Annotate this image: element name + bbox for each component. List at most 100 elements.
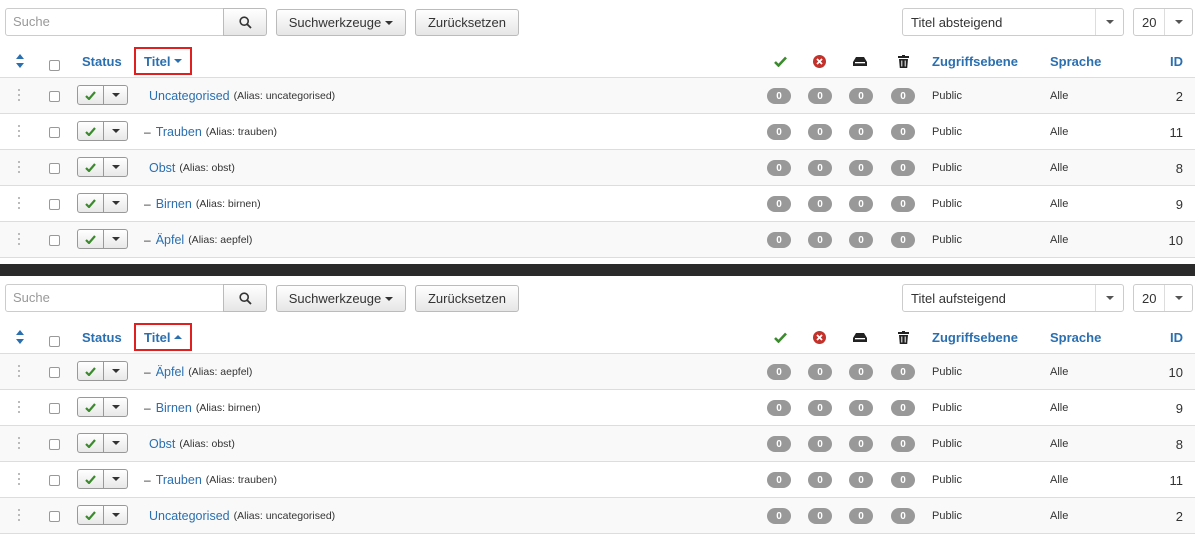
publish-toggle-button[interactable] xyxy=(77,505,104,525)
archived-count-badge[interactable]: 0 xyxy=(849,232,873,248)
header-language[interactable]: Sprache xyxy=(1050,44,1101,78)
header-id[interactable]: ID xyxy=(1170,320,1183,354)
publish-toggle-button[interactable] xyxy=(77,361,104,381)
status-actions-dropdown[interactable] xyxy=(104,157,128,177)
publish-toggle-button[interactable] xyxy=(77,121,104,141)
published-count-badge[interactable]: 0 xyxy=(767,508,791,524)
category-title-link[interactable]: Uncategorised xyxy=(149,89,230,103)
unpublished-count-badge[interactable]: 0 xyxy=(808,88,832,104)
unpublished-count-badge[interactable]: 0 xyxy=(808,400,832,416)
row-checkbox[interactable] xyxy=(49,163,60,174)
archived-count-badge[interactable]: 0 xyxy=(849,436,873,452)
drag-handle-icon[interactable] xyxy=(18,197,22,209)
drag-handle-icon[interactable] xyxy=(18,125,22,137)
drag-handle-icon[interactable] xyxy=(18,233,22,245)
unpublished-count-badge[interactable]: 0 xyxy=(808,472,832,488)
publish-toggle-button[interactable] xyxy=(77,433,104,453)
row-checkbox[interactable] xyxy=(49,91,60,102)
search-input[interactable]: Suche xyxy=(5,284,224,312)
unpublished-count-badge[interactable]: 0 xyxy=(808,196,832,212)
search-button[interactable] xyxy=(223,8,267,36)
sort-icon[interactable] xyxy=(16,330,24,344)
header-title-sort-highlighted[interactable]: Titel xyxy=(134,323,192,351)
ordering-select[interactable]: Titel aufsteigend xyxy=(902,284,1124,312)
drag-handle-icon[interactable] xyxy=(18,365,22,377)
sort-icon[interactable] xyxy=(16,54,24,68)
published-count-badge[interactable]: 0 xyxy=(767,196,791,212)
category-title-link[interactable]: Obst xyxy=(149,437,175,451)
unpublished-count-badge[interactable]: 0 xyxy=(808,160,832,176)
category-title-link[interactable]: Trauben xyxy=(156,473,202,487)
limit-select[interactable]: 20 xyxy=(1133,8,1193,36)
trash-icon[interactable] xyxy=(896,330,910,344)
archived-count-badge[interactable]: 0 xyxy=(849,124,873,140)
select-all-checkbox[interactable] xyxy=(49,336,60,347)
status-actions-dropdown[interactable] xyxy=(104,505,128,525)
unpublished-count-badge[interactable]: 0 xyxy=(808,508,832,524)
trashed-count-badge[interactable]: 0 xyxy=(891,472,915,488)
published-count-badge[interactable]: 0 xyxy=(767,472,791,488)
category-title-link[interactable]: Birnen xyxy=(156,197,192,211)
reset-button[interactable]: Zurücksetzen xyxy=(415,9,519,36)
status-actions-dropdown[interactable] xyxy=(104,121,128,141)
header-status[interactable]: Status xyxy=(82,44,122,78)
category-title-link[interactable]: Äpfel xyxy=(156,365,185,379)
header-title-sort-highlighted[interactable]: Titel xyxy=(134,47,192,75)
category-title-link[interactable]: Obst xyxy=(149,161,175,175)
published-count-badge[interactable]: 0 xyxy=(767,400,791,416)
published-count-badge[interactable]: 0 xyxy=(767,436,791,452)
search-button[interactable] xyxy=(223,284,267,312)
check-icon[interactable] xyxy=(773,330,787,344)
archived-count-badge[interactable]: 0 xyxy=(849,88,873,104)
drag-handle-icon[interactable] xyxy=(18,89,22,101)
status-actions-dropdown[interactable] xyxy=(104,193,128,213)
unpublished-count-badge[interactable]: 0 xyxy=(808,232,832,248)
trashed-count-badge[interactable]: 0 xyxy=(891,508,915,524)
search-input[interactable]: Suche xyxy=(5,8,224,36)
row-checkbox[interactable] xyxy=(49,403,60,414)
status-actions-dropdown[interactable] xyxy=(104,85,128,105)
published-count-badge[interactable]: 0 xyxy=(767,232,791,248)
trashed-count-badge[interactable]: 0 xyxy=(891,124,915,140)
row-checkbox[interactable] xyxy=(49,367,60,378)
category-title-link[interactable]: Äpfel xyxy=(156,233,185,247)
archive-icon[interactable] xyxy=(853,330,867,344)
archived-count-badge[interactable]: 0 xyxy=(849,400,873,416)
category-title-link[interactable]: Uncategorised xyxy=(149,509,230,523)
category-title-link[interactable]: Birnen xyxy=(156,401,192,415)
header-language[interactable]: Sprache xyxy=(1050,320,1101,354)
archived-count-badge[interactable]: 0 xyxy=(849,196,873,212)
trashed-count-badge[interactable]: 0 xyxy=(891,232,915,248)
trash-icon[interactable] xyxy=(896,54,910,68)
row-checkbox[interactable] xyxy=(49,475,60,486)
drag-handle-icon[interactable] xyxy=(18,161,22,173)
header-status[interactable]: Status xyxy=(82,320,122,354)
status-actions-dropdown[interactable] xyxy=(104,229,128,249)
status-actions-dropdown[interactable] xyxy=(104,433,128,453)
archived-count-badge[interactable]: 0 xyxy=(849,508,873,524)
published-count-badge[interactable]: 0 xyxy=(767,160,791,176)
publish-toggle-button[interactable] xyxy=(77,193,104,213)
trashed-count-badge[interactable]: 0 xyxy=(891,436,915,452)
row-checkbox[interactable] xyxy=(49,511,60,522)
archived-count-badge[interactable]: 0 xyxy=(849,472,873,488)
unpublished-count-badge[interactable]: 0 xyxy=(808,124,832,140)
trashed-count-badge[interactable]: 0 xyxy=(891,364,915,380)
ordering-select[interactable]: Titel absteigend xyxy=(902,8,1124,36)
header-access-level[interactable]: Zugriffsebene xyxy=(932,44,1018,78)
row-checkbox[interactable] xyxy=(49,235,60,246)
times-circle-icon[interactable] xyxy=(812,330,826,344)
reset-button[interactable]: Zurücksetzen xyxy=(415,285,519,312)
row-checkbox[interactable] xyxy=(49,439,60,450)
select-all-checkbox[interactable] xyxy=(49,60,60,71)
trashed-count-badge[interactable]: 0 xyxy=(891,400,915,416)
header-id[interactable]: ID xyxy=(1170,44,1183,78)
trashed-count-badge[interactable]: 0 xyxy=(891,196,915,212)
publish-toggle-button[interactable] xyxy=(77,85,104,105)
check-icon[interactable] xyxy=(773,54,787,68)
limit-select[interactable]: 20 xyxy=(1133,284,1193,312)
search-tools-button[interactable]: Suchwerkzeuge xyxy=(276,285,406,312)
row-checkbox[interactable] xyxy=(49,127,60,138)
publish-toggle-button[interactable] xyxy=(77,469,104,489)
archived-count-badge[interactable]: 0 xyxy=(849,364,873,380)
